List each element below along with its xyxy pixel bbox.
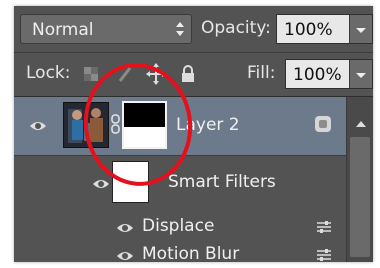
updown-arrow-icon: [176, 22, 184, 36]
smart-object-icon: [315, 116, 331, 132]
filter-label: Displace: [142, 216, 215, 236]
filter-row-displace[interactable]: Displace: [14, 212, 346, 240]
eye-icon[interactable]: [92, 178, 110, 190]
scroll-up-icon[interactable]: [356, 121, 366, 127]
opacity-field[interactable]: 100%: [276, 14, 373, 44]
fill-label: Fill:: [247, 63, 276, 83]
lock-transparent-pixels-icon[interactable]: [84, 67, 98, 81]
fill-dropdown-button[interactable]: [349, 60, 372, 88]
chain-link-icon[interactable]: [111, 114, 120, 134]
lock-bar: Lock: Fill: 100%: [14, 53, 373, 97]
chevron-down-icon: [356, 28, 366, 33]
layer-name[interactable]: Layer 2: [176, 115, 240, 135]
eye-icon[interactable]: [116, 222, 134, 234]
layer-thumbnail[interactable]: [63, 102, 109, 148]
layer-row[interactable]: Layer 2: [14, 97, 346, 156]
mask-black-area: [124, 103, 165, 128]
chevron-down-icon: [356, 73, 366, 78]
filter-row-motion-blur[interactable]: Motion Blur: [14, 240, 346, 262]
opacity-label: Opacity:: [201, 18, 271, 38]
lock-all-icon[interactable]: [181, 65, 195, 82]
eye-icon[interactable]: [29, 120, 47, 132]
opacity-value: 100%: [284, 20, 333, 40]
filter-options-icon[interactable]: [316, 248, 332, 262]
layers-panel: Normal Opacity: 100% Lock: Fill: 100% La…: [14, 6, 373, 262]
filter-label: Motion Blur: [142, 244, 240, 262]
lock-label: Lock:: [26, 63, 71, 83]
eye-icon[interactable]: [116, 250, 134, 262]
scrollbar[interactable]: [346, 97, 373, 262]
mask-white-area: [124, 127, 165, 147]
opacity-dropdown-button[interactable]: [349, 15, 372, 43]
fill-value: 100%: [293, 65, 342, 85]
smart-filter-mask-thumbnail[interactable]: [112, 161, 149, 203]
layers-list: Layer 2 Smart Filters Displace Motion Bl…: [14, 97, 373, 262]
smart-filters-label: Smart Filters: [168, 172, 276, 192]
lock-image-pixels-icon[interactable]: [117, 65, 133, 83]
layer-mask-thumbnail[interactable]: [122, 101, 167, 149]
blend-mode-select[interactable]: Normal: [20, 14, 192, 44]
scrollbar-thumb[interactable]: [350, 137, 370, 257]
lock-position-icon[interactable]: [146, 63, 166, 85]
blend-mode-value: Normal: [32, 20, 94, 40]
smart-filters-row[interactable]: Smart Filters: [14, 156, 346, 208]
layer-options-bar: Normal Opacity: 100%: [14, 6, 373, 53]
filter-options-icon[interactable]: [316, 220, 332, 234]
fill-field[interactable]: 100%: [285, 59, 373, 89]
layer-image-icon: [64, 103, 108, 147]
